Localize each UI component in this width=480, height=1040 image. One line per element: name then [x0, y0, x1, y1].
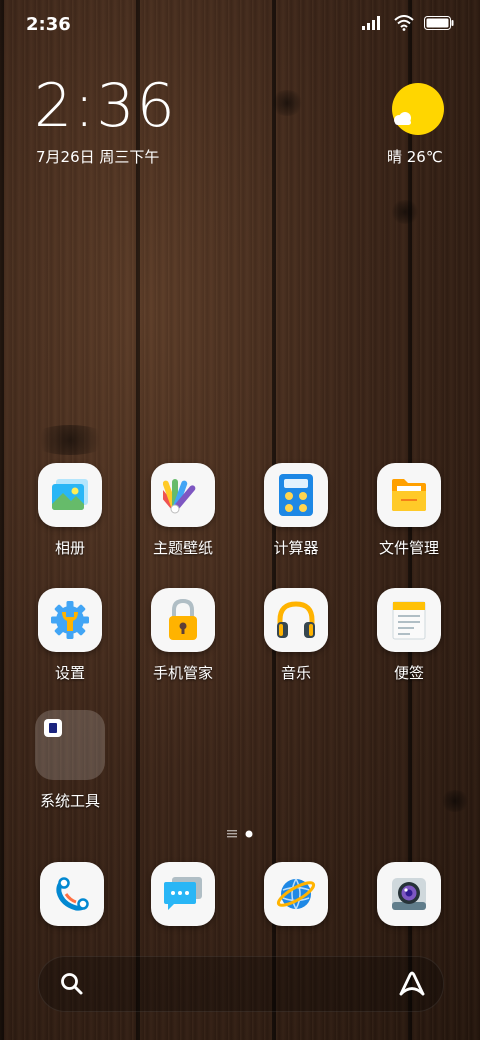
weather-cloud-icon — [394, 112, 411, 125]
security-lock-icon — [151, 588, 215, 652]
signal-icon — [362, 16, 380, 30]
wood-knot — [390, 200, 420, 224]
app-settings[interactable]: 设置 — [22, 588, 118, 683]
weather-text[interactable]: 晴 26℃ — [387, 146, 443, 167]
app-file-manager[interactable]: 文件管理 — [361, 463, 457, 558]
themes-icon — [151, 463, 215, 527]
weather-sun-icon[interactable] — [392, 83, 444, 135]
dock-browser[interactable] — [264, 862, 328, 926]
folder-icon — [35, 710, 105, 780]
app-label: 计算器 — [273, 539, 319, 557]
menu-lines-icon — [227, 830, 237, 838]
camera-icon — [392, 878, 426, 910]
app-label: 音乐 — [280, 664, 311, 682]
assistant-icon[interactable] — [397, 971, 427, 997]
phone-icon — [56, 877, 89, 911]
wood-knot — [30, 425, 110, 455]
wood-knot — [440, 790, 470, 812]
app-gallery[interactable]: 相册 — [22, 463, 118, 558]
app-label: 主题壁纸 — [152, 539, 213, 557]
folder-label: 系统工具 — [39, 792, 100, 810]
wood-knot — [270, 90, 304, 116]
headphones-icon — [264, 588, 328, 652]
messages-icon — [164, 877, 202, 910]
app-calculator[interactable]: 计算器 — [248, 463, 344, 558]
clock-widget-date[interactable]: 7月26日 周三下午 — [36, 146, 159, 167]
search-bar[interactable] — [38, 956, 444, 1012]
gallery-icon — [38, 463, 102, 527]
wifi-icon — [394, 15, 414, 31]
app-label: 文件管理 — [378, 539, 439, 557]
file-manager-icon — [377, 463, 441, 527]
dock-messages[interactable] — [151, 862, 215, 926]
app-label: 手机管家 — [152, 664, 213, 682]
folder-system-tools[interactable]: 系统工具 — [22, 710, 118, 811]
app-music[interactable]: 音乐 — [248, 588, 344, 683]
battery-icon — [424, 16, 454, 30]
app-security[interactable]: 手机管家 — [135, 588, 231, 683]
settings-gear-icon — [38, 588, 102, 652]
page-indicator[interactable] — [0, 830, 480, 838]
status-icons — [362, 15, 454, 31]
dock-phone[interactable] — [40, 862, 104, 926]
status-bar: 2:36 — [0, 0, 480, 50]
browser-icon — [276, 878, 316, 910]
calculator-icon — [264, 463, 328, 527]
folder-mini-app-icon — [44, 719, 62, 737]
app-label: 设置 — [54, 664, 85, 682]
page-dot-active-icon — [245, 830, 253, 838]
search-icon[interactable] — [59, 971, 85, 997]
status-time: 2:36 — [26, 14, 71, 35]
app-notes[interactable]: 便签 — [361, 588, 457, 683]
dock-camera[interactable] — [377, 862, 441, 926]
notes-icon — [377, 588, 441, 652]
app-label: 相册 — [54, 539, 85, 557]
app-themes[interactable]: 主题壁纸 — [135, 463, 231, 558]
app-label: 便签 — [393, 664, 424, 682]
clock-widget-time[interactable]: 2:36 — [34, 76, 177, 136]
